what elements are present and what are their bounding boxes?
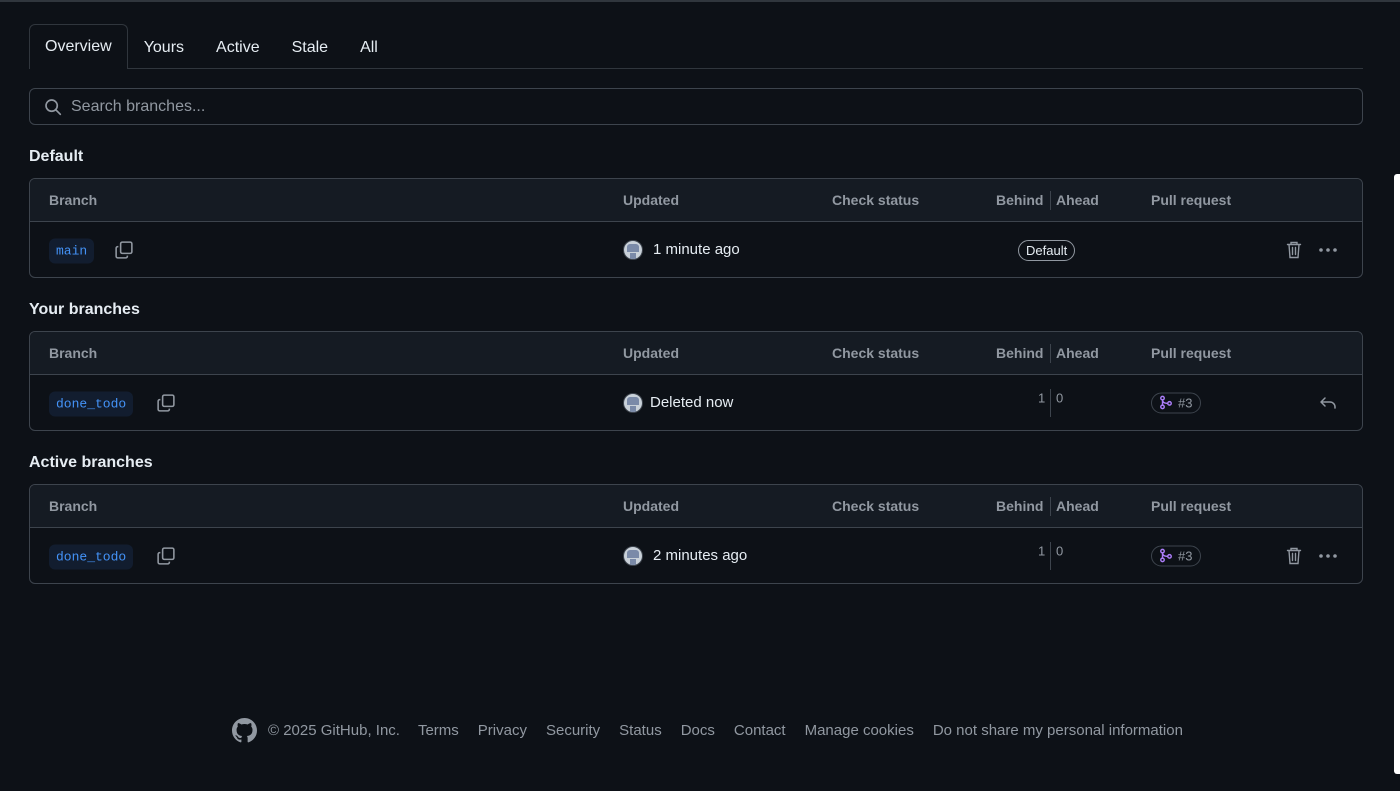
header-behind: Behind bbox=[996, 498, 1044, 514]
behind-ahead-divider bbox=[1050, 542, 1051, 570]
pull-request-cell: #3 bbox=[1151, 392, 1202, 413]
header-pull-request: Pull request bbox=[1151, 192, 1232, 208]
pull-request-badge[interactable]: #3 bbox=[1151, 545, 1202, 566]
tab-active[interactable]: Active bbox=[200, 25, 276, 69]
branch-name-link[interactable]: main bbox=[49, 238, 95, 263]
footer-copyright: © 2025 GitHub, Inc. bbox=[268, 722, 400, 739]
header-divider bbox=[1050, 497, 1051, 516]
kebab-icon[interactable] bbox=[1318, 547, 1338, 565]
footer-link-status[interactable]: Status bbox=[619, 722, 662, 739]
branch-cell: main bbox=[49, 238, 95, 263]
header-check-status: Check status bbox=[832, 345, 920, 361]
copy-icon[interactable] bbox=[114, 240, 134, 260]
search-icon bbox=[45, 98, 62, 115]
behind-count: 1 bbox=[1038, 543, 1046, 559]
header-check-status: Check status bbox=[832, 498, 920, 514]
avatar[interactable] bbox=[623, 545, 643, 566]
search-box bbox=[29, 88, 1363, 125]
ahead-count: 0 bbox=[1056, 543, 1064, 559]
table-header: Branch Updated Check status Behind Ahead… bbox=[30, 332, 1362, 375]
avatar[interactable] bbox=[623, 392, 643, 413]
footer-link-security[interactable]: Security bbox=[546, 722, 600, 739]
tab-stale[interactable]: Stale bbox=[276, 25, 344, 69]
header-behind: Behind bbox=[996, 192, 1044, 208]
section-title-active: Active branches bbox=[29, 454, 153, 471]
avatar[interactable] bbox=[623, 239, 643, 260]
copy-icon[interactable] bbox=[156, 393, 176, 413]
tab-overview[interactable]: Overview bbox=[29, 24, 128, 69]
tab-all[interactable]: All bbox=[344, 25, 394, 69]
page-footer: © 2025 GitHub, Inc. Terms Privacy Securi… bbox=[232, 718, 1202, 743]
header-divider bbox=[1050, 191, 1051, 210]
scrollbar[interactable] bbox=[1394, 174, 1400, 774]
header-ahead: Ahead bbox=[1056, 498, 1099, 514]
github-logo-icon[interactable] bbox=[232, 718, 257, 743]
header-pull-request: Pull request bbox=[1151, 498, 1232, 514]
git-merge-icon bbox=[1160, 548, 1172, 563]
header-updated: Updated bbox=[623, 192, 679, 208]
header-updated: Updated bbox=[623, 498, 679, 514]
behind-count: 1 bbox=[1038, 390, 1046, 406]
branch-name-link[interactable]: done_todo bbox=[49, 544, 134, 569]
header-ahead: Ahead bbox=[1056, 192, 1099, 208]
footer-link-do-not-share[interactable]: Do not share my personal information bbox=[933, 722, 1183, 739]
updated-cell: 1 minute ago bbox=[623, 239, 740, 260]
default-badge-label: Default bbox=[1018, 239, 1076, 261]
your-branches-table: Branch Updated Check status Behind Ahead… bbox=[29, 331, 1363, 431]
branch-name-link[interactable]: done_todo bbox=[49, 391, 134, 416]
header-pull-request: Pull request bbox=[1151, 345, 1232, 361]
table-header: Branch Updated Check status Behind Ahead… bbox=[30, 179, 1362, 222]
footer-link-manage-cookies[interactable]: Manage cookies bbox=[805, 722, 914, 739]
default-badge: Default bbox=[1018, 239, 1076, 261]
updated-cell: 2 minutes ago bbox=[623, 545, 748, 566]
header-ahead: Ahead bbox=[1056, 345, 1099, 361]
kebab-icon[interactable] bbox=[1318, 241, 1338, 259]
pull-request-number: #3 bbox=[1178, 548, 1193, 563]
pull-request-badge[interactable]: #3 bbox=[1151, 392, 1202, 413]
active-branches-table: Branch Updated Check status Behind Ahead… bbox=[29, 484, 1363, 584]
section-title-yours: Your branches bbox=[29, 301, 140, 318]
branches-page: Overview Yours Active Stale All Default … bbox=[29, 24, 1363, 584]
trash-icon[interactable] bbox=[1285, 241, 1303, 259]
header-divider bbox=[1050, 344, 1051, 363]
header-branch: Branch bbox=[49, 345, 98, 361]
pull-request-number: #3 bbox=[1178, 395, 1193, 410]
copy-icon[interactable] bbox=[156, 546, 176, 566]
footer-link-terms[interactable]: Terms bbox=[418, 722, 459, 739]
default-branches-table: Branch Updated Check status Behind Ahead… bbox=[29, 178, 1363, 278]
updated-time: 1 minute ago bbox=[653, 241, 740, 258]
search-input[interactable] bbox=[71, 97, 1362, 116]
footer-link-docs[interactable]: Docs bbox=[681, 722, 715, 739]
header-branch: Branch bbox=[49, 192, 98, 208]
branch-cell: done_todo bbox=[49, 544, 134, 569]
table-row: done_todo 2 minutes ago 1 0 #3 bbox=[30, 528, 1362, 583]
header-updated: Updated bbox=[623, 345, 679, 361]
header-check-status: Check status bbox=[832, 192, 920, 208]
updated-cell: Deleted now bbox=[623, 392, 734, 413]
header-branch: Branch bbox=[49, 498, 98, 514]
header-behind: Behind bbox=[996, 345, 1044, 361]
section-title-default: Default bbox=[29, 148, 84, 165]
branch-tabs: Overview Yours Active Stale All bbox=[29, 24, 1363, 69]
trash-icon[interactable] bbox=[1285, 547, 1303, 565]
pull-request-cell: #3 bbox=[1151, 545, 1202, 566]
branch-cell: done_todo bbox=[49, 391, 134, 416]
footer-link-privacy[interactable]: Privacy bbox=[478, 722, 527, 739]
git-merge-icon bbox=[1160, 395, 1172, 410]
updated-time: Deleted now bbox=[650, 394, 734, 411]
table-row: main 1 minute ago Default bbox=[30, 222, 1362, 277]
table-header: Branch Updated Check status Behind Ahead… bbox=[30, 485, 1362, 528]
restore-icon[interactable] bbox=[1318, 394, 1338, 412]
tab-yours[interactable]: Yours bbox=[128, 25, 200, 69]
ahead-count: 0 bbox=[1056, 390, 1064, 406]
table-row: done_todo Deleted now 1 0 #3 bbox=[30, 375, 1362, 430]
footer-link-contact[interactable]: Contact bbox=[734, 722, 786, 739]
updated-time: 2 minutes ago bbox=[653, 547, 748, 564]
behind-ahead-divider bbox=[1050, 389, 1051, 417]
